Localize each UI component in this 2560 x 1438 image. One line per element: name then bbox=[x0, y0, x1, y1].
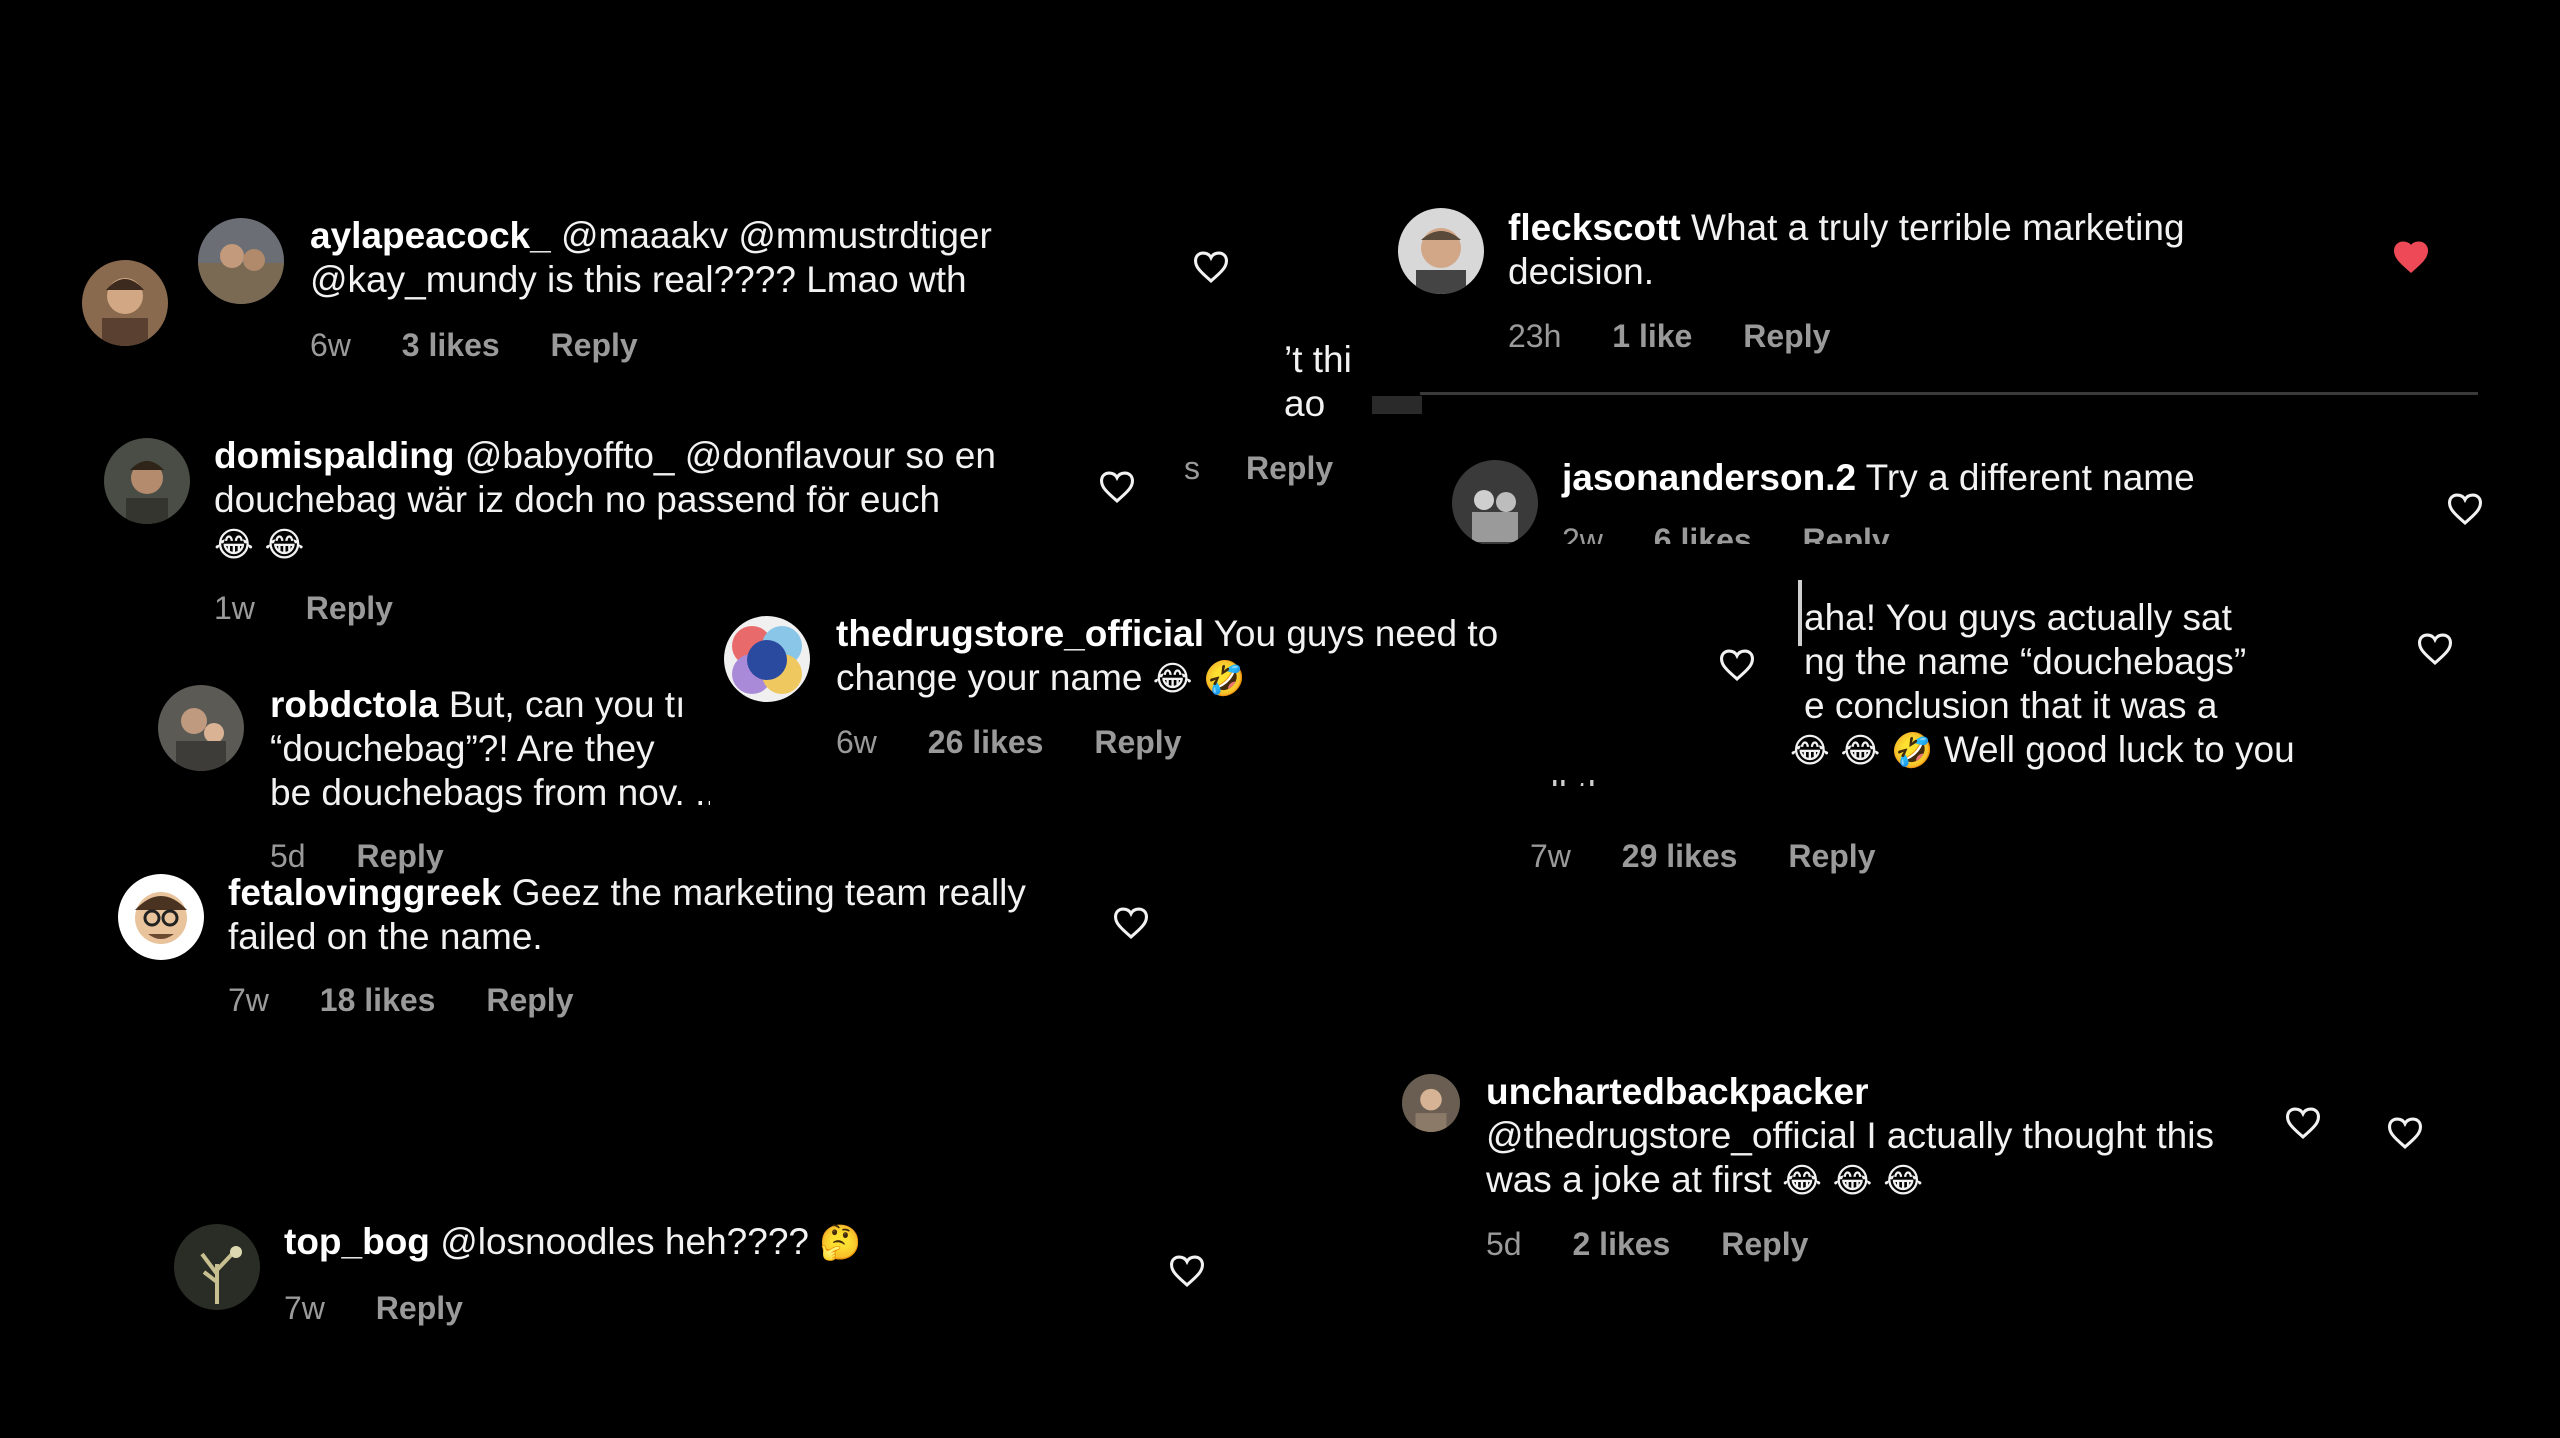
timestamp: 2w bbox=[1562, 522, 1603, 544]
comment-body: thedrugstore_official You guys need to c… bbox=[836, 612, 1536, 701]
username[interactable]: domispalding bbox=[214, 435, 455, 476]
divider bbox=[1420, 392, 2478, 395]
text-cursor bbox=[1798, 580, 1802, 646]
comment-meta: 5d Reply bbox=[270, 838, 486, 875]
heart-icon[interactable] bbox=[1192, 250, 1230, 284]
comment-meta: 7w 18 likes Reply bbox=[228, 982, 615, 1019]
comment-text: But, can you tı bbox=[448, 684, 686, 725]
partial-text: ’t thi bbox=[1284, 339, 1352, 380]
reply-button[interactable]: Reply bbox=[1721, 1226, 1808, 1262]
avatar[interactable] bbox=[198, 218, 284, 304]
divider bbox=[1372, 396, 1422, 414]
comment-meta: 6w 26 likes Reply bbox=[836, 724, 1223, 761]
reply-button[interactable]: Reply bbox=[486, 982, 573, 1018]
likes-count[interactable]: 6 likes bbox=[1654, 522, 1752, 544]
comment-clip: jasonanderson.2 Try a different name 2w … bbox=[1420, 440, 2500, 544]
reply-button[interactable]: Reply bbox=[1094, 724, 1181, 760]
avatar[interactable] bbox=[1398, 208, 1484, 294]
emoji: 😂 😂 😂 bbox=[1782, 1161, 1923, 1201]
avatar[interactable] bbox=[1402, 1074, 1460, 1132]
partial-text: ao bbox=[1284, 383, 1326, 424]
comment-text: @losnoodles heh???? bbox=[440, 1221, 809, 1262]
comment-clip: aha! You guys actually sat ng the name “… bbox=[1530, 596, 2350, 786]
emoji: 😂 🤣 bbox=[1152, 659, 1246, 699]
likes-count[interactable]: 26 likes bbox=[928, 724, 1044, 760]
comment-body: aha! You guys actually sat ng the name “… bbox=[1530, 596, 2350, 786]
heart-icon-liked[interactable] bbox=[2392, 240, 2430, 274]
comment-text: e conclusion that it was a bbox=[1804, 685, 2218, 726]
heart-icon[interactable] bbox=[2416, 632, 2454, 666]
comment-body: robdctola But, can you tı “douchebag”?! … bbox=[270, 683, 710, 815]
timestamp: 7w bbox=[228, 982, 269, 1018]
username[interactable]: aylapeacock_ bbox=[310, 215, 551, 256]
username[interactable]: jasonanderson.2 bbox=[1562, 457, 1856, 498]
heart-icon[interactable] bbox=[1112, 906, 1150, 940]
timestamp: 7w bbox=[1530, 838, 1571, 874]
reply-button[interactable]: Reply bbox=[1246, 446, 1333, 490]
emoji: 😂 😂 🤣 bbox=[1790, 731, 1934, 771]
partial-text: s bbox=[1184, 450, 1200, 486]
comment-meta: 6w 3 likes Reply bbox=[310, 327, 680, 364]
heart-icon[interactable] bbox=[2284, 1106, 2322, 1140]
comment-meta: 23h 1 like Reply bbox=[1508, 318, 1872, 355]
avatar[interactable] bbox=[174, 1224, 260, 1310]
comment-body: domispalding @babyoffto_ @donflavour so … bbox=[214, 434, 1074, 567]
likes-count[interactable]: 2 likes bbox=[1572, 1226, 1670, 1262]
emoji: 😂 😂 bbox=[214, 525, 305, 565]
emoji: 🤔 bbox=[819, 1223, 862, 1263]
comment-meta: 2w 6 likes Reply bbox=[1562, 522, 1932, 544]
reply-button[interactable]: Reply bbox=[1788, 838, 1875, 874]
comment-body: aylapeacock_ @maaakv @mmustrdtiger @kay_… bbox=[310, 214, 1030, 302]
reply-button[interactable]: Reply bbox=[551, 327, 638, 363]
username[interactable]: top_bog bbox=[284, 1221, 430, 1262]
avatar[interactable] bbox=[82, 260, 168, 346]
timestamp: 7w bbox=[284, 1290, 325, 1326]
comment-text: ng the name “douchebags” bbox=[1804, 641, 2247, 682]
avatar[interactable] bbox=[724, 616, 810, 702]
likes-count[interactable]: 18 likes bbox=[320, 982, 436, 1018]
heart-icon[interactable] bbox=[2446, 492, 2484, 526]
comment-body: unchartedbackpacker @thedrugstore_offici… bbox=[1486, 1070, 2246, 1203]
reply-button[interactable]: Reply bbox=[356, 838, 443, 874]
avatar[interactable] bbox=[1452, 460, 1538, 544]
avatar[interactable] bbox=[118, 874, 204, 960]
username[interactable]: fleckscott bbox=[1508, 207, 1681, 248]
reply-button[interactable]: Reply bbox=[1803, 522, 1890, 544]
comment-meta: 7w 29 likes Reply bbox=[1530, 838, 1917, 875]
reply-button[interactable]: Reply bbox=[376, 1290, 463, 1326]
comment-meta: 1w Reply bbox=[214, 590, 435, 627]
reply-button[interactable]: Reply bbox=[306, 590, 393, 626]
likes-count[interactable]: 3 likes bbox=[402, 327, 500, 363]
username[interactable]: fetalovinggreek bbox=[228, 872, 501, 913]
comment-text: aha! You guys actually sat bbox=[1804, 597, 2232, 638]
comment-meta: 5d 2 likes Reply bbox=[1486, 1226, 1850, 1263]
comment-text: “douchebag”?! Are they bbox=[270, 728, 655, 769]
comment-body: fleckscott What a truly terrible marketi… bbox=[1508, 206, 2268, 294]
comment-meta: 7w Reply bbox=[284, 1290, 505, 1327]
timestamp: 23h bbox=[1508, 318, 1562, 354]
username[interactable]: unchartedbackpacker bbox=[1486, 1071, 1869, 1112]
comment-text: Well good luck to you bbox=[1943, 729, 2295, 770]
timestamp: 6w bbox=[310, 327, 351, 363]
comment-text: be douchebags from nov. ... ... bbox=[270, 772, 710, 813]
heart-icon[interactable] bbox=[1098, 470, 1136, 504]
avatar[interactable] bbox=[104, 438, 190, 524]
comment-body: jasonanderson.2 Try a different name bbox=[1562, 456, 2382, 500]
timestamp: 5d bbox=[1486, 1226, 1522, 1262]
likes-count[interactable]: 29 likes bbox=[1622, 838, 1738, 874]
timestamp: 1w bbox=[214, 590, 255, 626]
heart-icon[interactable] bbox=[1168, 1254, 1206, 1288]
heart-icon[interactable] bbox=[2386, 1116, 2424, 1150]
timestamp: 5d bbox=[270, 838, 306, 874]
username[interactable]: thedrugstore_official bbox=[836, 613, 1204, 654]
reply-button[interactable]: Reply bbox=[1743, 318, 1830, 354]
comment-body: top_bog @losnoodles heh???? 🤔 bbox=[284, 1220, 1004, 1265]
comment-body: fetalovinggreek Geez the marketing team … bbox=[228, 871, 1048, 959]
timestamp: 6w bbox=[836, 724, 877, 760]
likes-count[interactable]: 1 like bbox=[1612, 318, 1692, 354]
comment-text: all the same bbox=[1530, 773, 2350, 786]
username[interactable]: robdctola bbox=[270, 684, 439, 725]
avatar[interactable] bbox=[158, 685, 244, 771]
comment-text: Try a different name bbox=[1865, 457, 2195, 498]
